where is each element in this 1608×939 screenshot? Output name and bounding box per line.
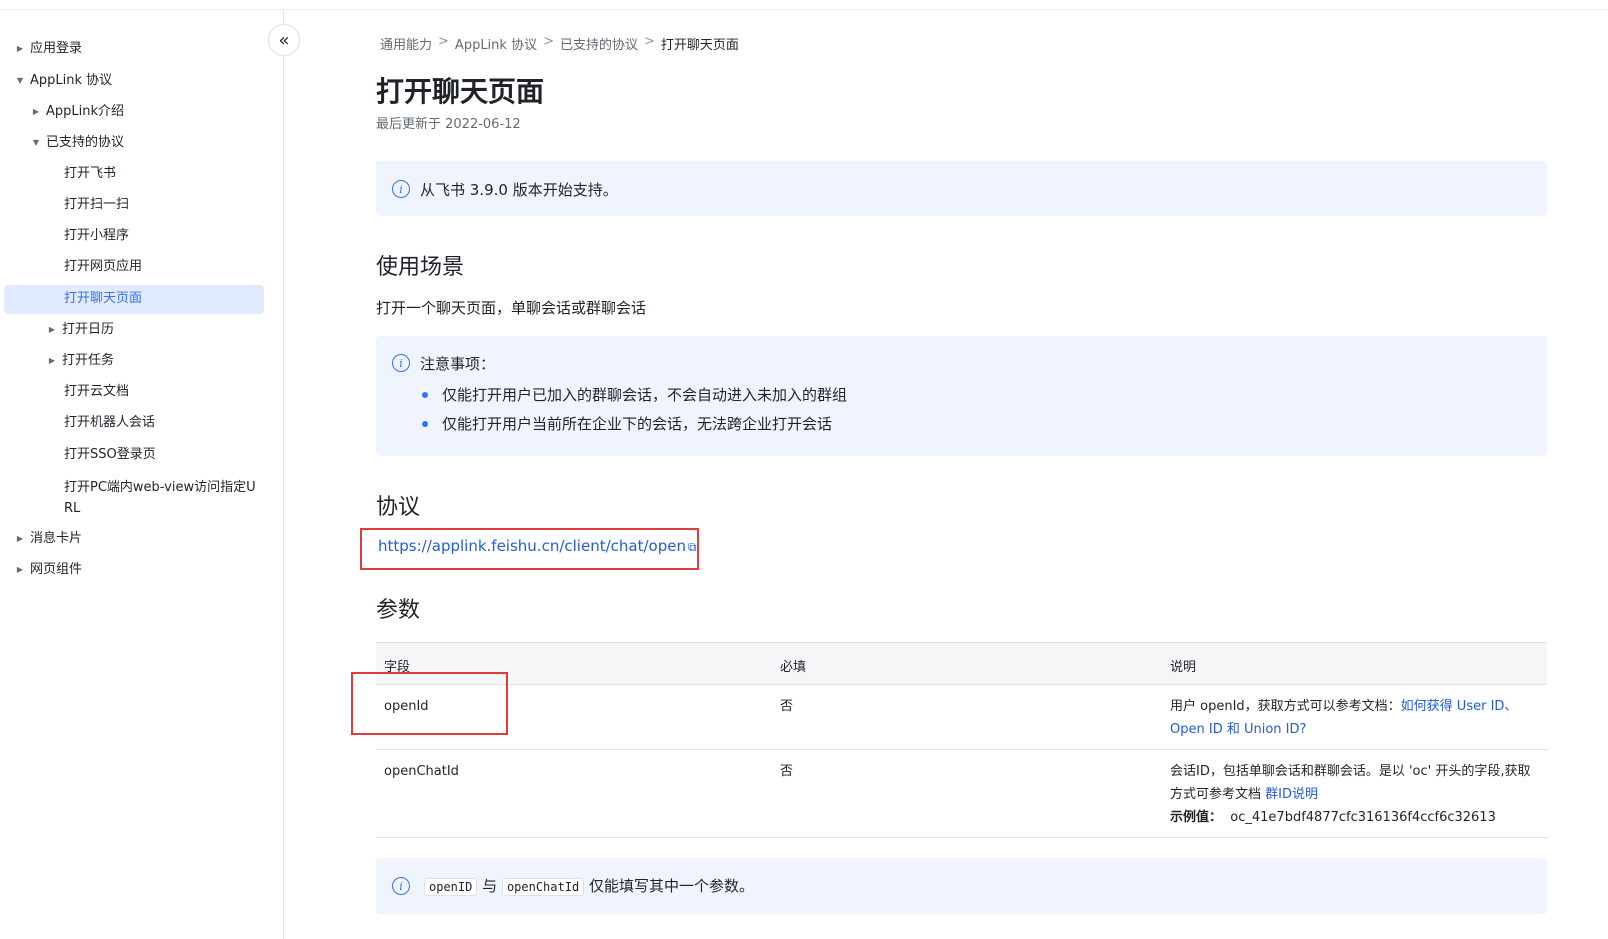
note-bullet: 仅能打开用户当前所在企业下的会话，无法跨企业打开会话 [422,413,832,434]
sidebar-item-label: 已支持的协议 [46,135,125,150]
bottom-note: openID 与 openChatId 仅能填写其中一个参数。 [424,875,754,896]
code-openid: openID [424,878,478,896]
last-updated: 最后更新于 2022-06-12 [376,117,521,132]
param-required: 否 [780,699,794,714]
bottom-callout: i openID 与 openChatId 仅能填写其中一个参数。 [376,858,1547,914]
breadcrumb: 通用能力 > AppLink 协议 > 已支持的协议 > 打开聊天页面 [380,34,739,53]
section-title-usage: 使用场景 [376,255,465,280]
info-icon: i [392,354,410,372]
sidebar-item-web-components[interactable]: ▶ 网页组件 [14,560,284,580]
table-row: openChatId 否 会话ID，包括单聊会话和群聊会话。是以 'oc' 开头… [376,750,1547,838]
sidebar-item-label: 打开云文档 [64,384,130,399]
sidebar-item-label: 打开任务 [62,353,115,368]
page-title: 打开聊天页面 [376,75,545,108]
info-icon: i [392,180,410,198]
param-field: openChatId [384,764,459,779]
breadcrumb-item[interactable]: 已支持的协议 [560,34,638,53]
bullet-dot-icon [422,392,428,398]
caret-down-icon: ▼ [16,76,24,85]
table-header: 字段 必填 说明 [376,642,1547,685]
sidebar-item-open-bot-chat[interactable]: 打开机器人会话 [48,413,318,433]
sidebar-item-open-webapp[interactable]: 打开网页应用 [48,257,318,277]
code-openchatid: openChatId [501,878,585,896]
notes-title: 注意事项： [420,355,496,373]
sidebar-item-app-login[interactable]: ▶ 应用登录 [14,39,284,59]
breadcrumb-current: 打开聊天页面 [660,38,739,53]
sidebar-item-open-sso[interactable]: 打开SSO登录页 [48,445,318,465]
note-bullet: 仅能打开用户已加入的群聊会话，不会自动进入未加入的群组 [422,384,847,405]
caret-right-icon: ▶ [48,356,56,365]
collapse-sidebar-button[interactable]: « [268,24,300,56]
breadcrumb-separator: > [438,34,449,49]
table-row: openId 否 用户 openId，获取方式可以参考文档：如何获得 User … [376,685,1547,750]
sidebar-item-open-pc-webview[interactable]: 打开PC端内web-view访问指定URL [48,477,318,519]
breadcrumb-item[interactable]: 通用能力 [380,34,432,53]
example-value: oc_41e7bdf4877cfc316136f4ccf6c32613 [1230,810,1496,825]
caret-right-icon: ▶ [32,107,40,116]
caret-right-icon: ▶ [16,534,24,543]
sidebar-item-label: 打开网页应用 [64,259,143,274]
example-label: 示例值： [1170,810,1223,825]
caret-down-icon: ▼ [32,138,40,147]
breadcrumb-separator: > [543,34,554,49]
sidebar-item-label: 打开飞书 [64,166,117,181]
sidebar-item-label: 应用登录 [30,41,83,56]
sidebar-item-label: 网页组件 [30,562,83,577]
sidebar-item-open-chat[interactable]: 打开聊天页面 [48,289,318,309]
sidebar-item-applink-intro[interactable]: ▶ AppLink介绍 [30,102,300,122]
breadcrumb-separator: > [644,34,655,49]
usage-description: 打开一个聊天页面，单聊会话或群聊会话 [376,299,647,317]
sidebar-item-open-scan[interactable]: 打开扫一扫 [48,195,318,215]
version-callout: i 从飞书 3.9.0 版本开始支持。 [376,161,1547,216]
sidebar-item-label: 打开聊天页面 [64,291,143,306]
section-title-protocol: 协议 [376,495,421,520]
double-chevron-left-icon: « [278,29,290,51]
doc-link-chat-id[interactable]: 群ID说明 [1265,787,1318,802]
param-required: 否 [780,764,794,779]
sidebar-item-open-calendar[interactable]: ▶ 打开日历 [46,320,316,340]
highlight-box-openid [351,672,508,735]
sidebar-item-open-feishu[interactable]: 打开飞书 [48,164,318,184]
sidebar-item-label: 打开小程序 [64,228,130,243]
sidebar-item-label: 打开日历 [62,322,115,337]
sidebar-item-message-card[interactable]: ▶ 消息卡片 [14,529,284,549]
caret-right-icon: ▶ [48,325,56,334]
sidebar-item-supported-protocols[interactable]: ▼ 已支持的协议 [30,133,300,153]
breadcrumb-item[interactable]: AppLink 协议 [455,34,537,53]
sidebar-item-applink[interactable]: ▼ AppLink 协议 [14,71,284,91]
param-description: 用户 openId，获取方式可以参考文档：如何获得 User ID、Open I… [1170,699,1518,737]
sidebar-item-label: 打开扫一扫 [64,197,130,212]
param-description: 会话ID，包括单聊会话和群聊会话。是以 'oc' 开头的字段,获取方式可参考文档… [1170,764,1531,825]
bullet-dot-icon [422,421,428,427]
caret-right-icon: ▶ [16,565,24,574]
column-header-required: 必填 [780,660,807,675]
sidebar-item-open-task[interactable]: ▶ 打开任务 [46,351,316,371]
sidebar-item-label: 消息卡片 [30,531,83,546]
sidebar-item-label: 打开SSO登录页 [64,447,156,462]
highlight-box-protocol [360,528,699,570]
sidebar-item-label: AppLink 协议 [30,73,113,88]
sidebar-item-label: 打开机器人会话 [64,415,156,430]
caret-right-icon: ▶ [16,44,24,53]
section-title-params: 参数 [376,598,421,623]
sidebar-item-label: AppLink介绍 [46,104,125,119]
info-icon: i [392,877,410,895]
sidebar-item-open-docs[interactable]: 打开云文档 [48,382,318,402]
version-note: 从飞书 3.9.0 版本开始支持。 [420,181,618,199]
sidebar-item-open-miniprogram[interactable]: 打开小程序 [48,226,318,246]
column-header-description: 说明 [1170,660,1197,675]
sidebar-item-label: 打开PC端内web-view访问指定URL [64,480,256,516]
